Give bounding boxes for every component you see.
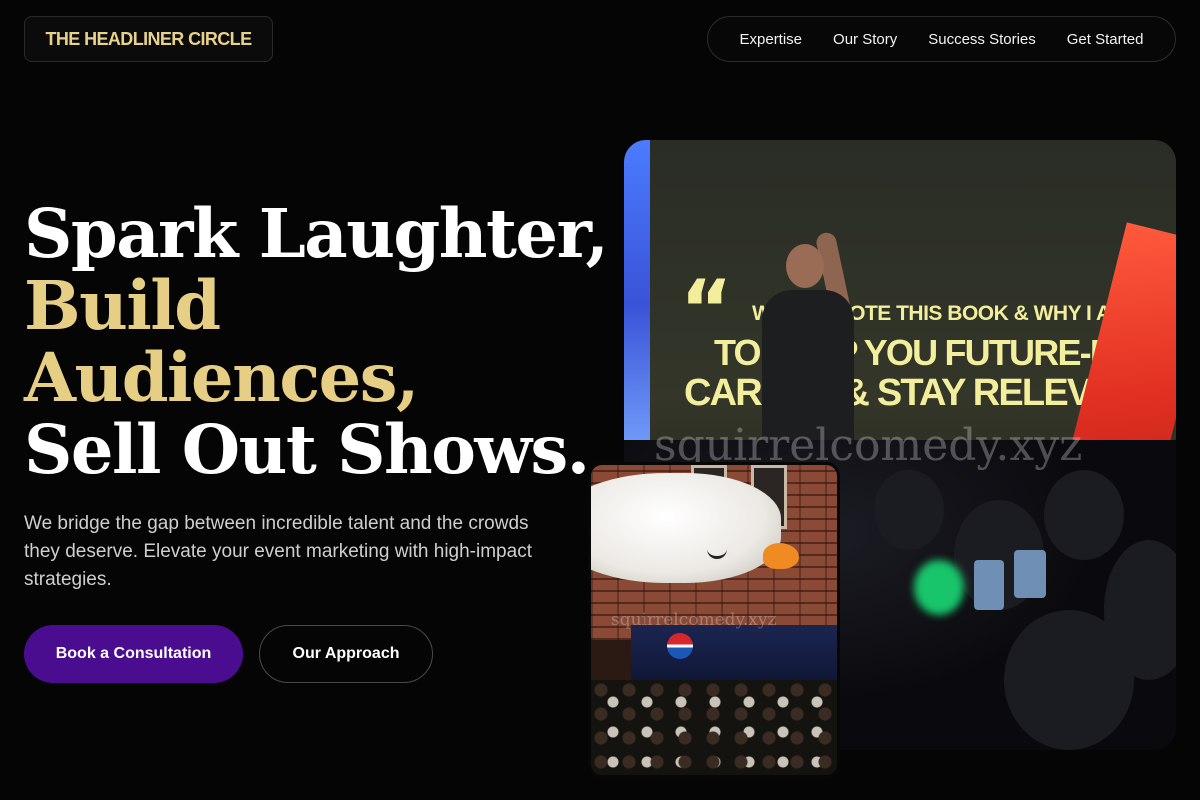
- audience-head: [1004, 610, 1134, 750]
- nav-get-started[interactable]: Get Started: [1067, 31, 1144, 48]
- logo-text: THE HEADLINER CIRCLE: [45, 28, 252, 49]
- speaker-head: [786, 244, 824, 288]
- hero-subcopy: We bridge the gap between incredible tal…: [24, 513, 532, 590]
- parade-crowd: [591, 680, 837, 775]
- audience-head: [1044, 470, 1124, 560]
- hero-headline: Spark Laughter, Build Audiences, Sell Ou…: [24, 194, 609, 489]
- watermark: squirrelcomedy.xyz: [611, 610, 777, 630]
- headline-line-4: Sell Out Shows.: [24, 410, 590, 489]
- parade-balloon: [591, 473, 781, 583]
- logo[interactable]: THE HEADLINER CIRCLE: [24, 16, 273, 62]
- book-consultation-button[interactable]: Book a Consultation: [24, 625, 243, 683]
- phone-screen: [974, 560, 1004, 610]
- nav-our-story[interactable]: Our Story: [833, 31, 897, 48]
- parade-photo: squirrelcomedy.xyz: [588, 462, 840, 778]
- headline-line-3: Audiences,: [24, 338, 419, 417]
- green-light: [914, 560, 964, 615]
- headline-line-1: Spark Laughter,: [24, 194, 609, 273]
- nav-success-stories[interactable]: Success Stories: [928, 31, 1036, 48]
- nav-expertise[interactable]: Expertise: [740, 31, 803, 48]
- led-panel: [624, 140, 650, 470]
- phone-screen: [1014, 550, 1046, 598]
- main-nav: Expertise Our Story Success Stories Get …: [707, 16, 1176, 62]
- headline-line-2: Build: [24, 266, 221, 345]
- audience-head: [874, 470, 944, 550]
- our-approach-button[interactable]: Our Approach: [259, 625, 433, 683]
- balloon-beak: [763, 543, 799, 569]
- pepsi-logo-icon: [667, 633, 693, 659]
